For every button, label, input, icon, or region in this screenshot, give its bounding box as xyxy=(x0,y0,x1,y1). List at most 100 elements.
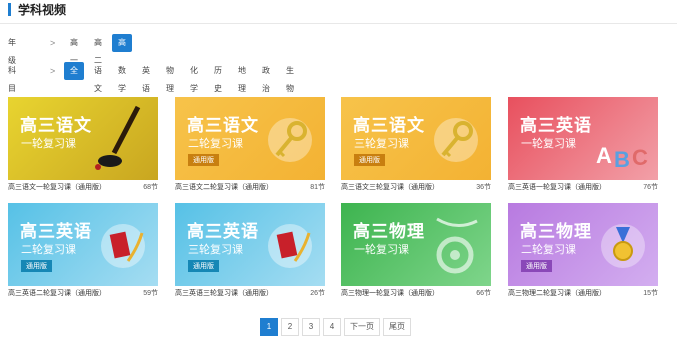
course-title-link[interactable]: 高三语文三轮复习课（通用版） xyxy=(341,183,439,193)
page-button[interactable]: 1 xyxy=(260,318,278,336)
thumbnail-subtitle: 一轮复习课 xyxy=(21,137,76,150)
thumbnail-subtitle: 一轮复习课 xyxy=(521,137,576,150)
grade-option[interactable]: 高一 xyxy=(64,34,84,65)
thumbnail-title: 高三英语 xyxy=(187,222,259,242)
subject-option[interactable]: 政治 xyxy=(256,62,276,93)
course-card[interactable]: 高三英语 三轮复习课通用版高三英语三轮复习课（通用版） 26节 xyxy=(175,203,325,305)
subject-option[interactable]: 生物 xyxy=(280,62,300,93)
course-card[interactable]: A B C 高三英语 一轮复习课 高三英语一轮复习课（通用版） 76节 xyxy=(508,97,658,199)
key-icon xyxy=(431,115,481,170)
chevron-right-icon: > xyxy=(50,38,56,48)
subject-option[interactable]: 化学 xyxy=(184,62,204,93)
thumbnail-badge: 通用版 xyxy=(188,260,219,272)
key-icon xyxy=(265,115,315,170)
thumbnail-badge: 通用版 xyxy=(521,260,552,272)
subject-label: 科目 xyxy=(8,66,16,93)
svg-text:C: C xyxy=(632,145,648,170)
pagination: 1 2 3 4 下一页 尾页 xyxy=(260,318,411,336)
brush-icon xyxy=(90,105,150,180)
course-title-link[interactable]: 高三语文二轮复习课（通用版） xyxy=(175,183,273,193)
lesson-count: 76节 xyxy=(643,184,658,191)
course-caption: 高三英语三轮复习课（通用版） 26节 xyxy=(175,289,325,305)
course-thumbnail[interactable]: 高三语文 一轮复习课 xyxy=(8,97,158,180)
thumbnail-title: 高三英语 xyxy=(520,116,592,136)
lesson-count: 15节 xyxy=(643,290,658,297)
page-button[interactable]: 2 xyxy=(281,318,299,336)
course-card[interactable]: 高三物理 二轮复习课通用版高三物理二轮复习课（通用版） 15节 xyxy=(508,203,658,305)
subject-option[interactable]: 数学 xyxy=(112,62,132,93)
svg-text:A: A xyxy=(596,143,612,168)
thumbnail-title: 高三语文 xyxy=(353,116,425,136)
grade-options: 高一 高二 高三 xyxy=(64,34,132,65)
lesson-count: 66节 xyxy=(476,290,491,297)
section-header: 学科视频 xyxy=(0,0,677,24)
course-title-link[interactable]: 高三语文一轮复习课（通用版） xyxy=(8,183,106,193)
last-page-button[interactable]: 尾页 xyxy=(383,318,411,336)
lesson-count: 68节 xyxy=(143,184,158,191)
svg-text:B: B xyxy=(614,147,630,172)
chevron-right-icon: > xyxy=(50,66,56,76)
book-icon xyxy=(98,221,148,276)
course-card[interactable]: 高三语文 一轮复习课高三语文一轮复习课（通用版） 68节 xyxy=(8,97,158,199)
course-title-link[interactable]: 高三物理一轮复习课（通用版） xyxy=(341,289,439,299)
lesson-count: 81节 xyxy=(310,184,325,191)
section-accent-bar xyxy=(8,3,11,16)
course-thumbnail[interactable]: 高三英语 三轮复习课通用版 xyxy=(175,203,325,286)
next-page-button[interactable]: 下一页 xyxy=(344,318,380,336)
course-title-link[interactable]: 高三英语一轮复习课（通用版） xyxy=(508,183,606,193)
lesson-count: 36节 xyxy=(476,184,491,191)
subject-option[interactable]: 英语 xyxy=(136,62,156,93)
course-thumbnail[interactable]: 高三物理 二轮复习课通用版 xyxy=(508,203,658,286)
subject-option[interactable]: 全部 xyxy=(64,62,84,93)
page-button[interactable]: 4 xyxy=(323,318,341,336)
course-caption: 高三物理二轮复习课（通用版） 15节 xyxy=(508,289,658,305)
course-thumbnail[interactable]: 高三语文 三轮复习课通用版 xyxy=(341,97,491,180)
thumbnail-subtitle: 一轮复习课 xyxy=(354,243,409,256)
course-caption: 高三语文一轮复习课（通用版） 68节 xyxy=(8,183,158,199)
course-card[interactable]: 高三语文 三轮复习课通用版高三语文三轮复习课（通用版） 36节 xyxy=(341,97,491,199)
course-thumbnail[interactable]: 高三语文 二轮复习课通用版 xyxy=(175,97,325,180)
subject-option[interactable]: 历史 xyxy=(208,62,228,93)
course-title-link[interactable]: 高三英语三轮复习课（通用版） xyxy=(175,289,273,299)
course-caption: 高三语文三轮复习课（通用版） 36节 xyxy=(341,183,491,199)
thumbnail-title: 高三英语 xyxy=(20,222,92,242)
thumbnail-badge: 通用版 xyxy=(354,154,385,166)
subject-option[interactable]: 语文 xyxy=(88,62,108,93)
thumbnail-title: 高三物理 xyxy=(520,222,592,242)
thumbnail-subtitle: 三轮复习课 xyxy=(188,243,243,256)
course-thumbnail[interactable]: A B C 高三英语 一轮复习课 xyxy=(508,97,658,180)
course-thumbnail[interactable]: 高三物理 一轮复习课 xyxy=(341,203,491,286)
thumbnail-title: 高三语文 xyxy=(20,116,92,136)
thumbnail-title: 高三物理 xyxy=(353,222,425,242)
course-title-link[interactable]: 高三英语二轮复习课（通用版） xyxy=(8,289,106,299)
gear-icon xyxy=(417,211,487,286)
course-card[interactable]: 高三英语 二轮复习课通用版高三英语二轮复习课（通用版） 59节 xyxy=(8,203,158,305)
thumbnail-badge: 通用版 xyxy=(21,260,52,272)
course-caption: 高三物理一轮复习课（通用版） 66节 xyxy=(341,289,491,305)
grade-option[interactable]: 高二 xyxy=(88,34,108,65)
section-title: 学科视频 xyxy=(18,3,67,17)
thumbnail-subtitle: 二轮复习课 xyxy=(188,137,243,150)
abc-icon: ABC xyxy=(594,133,654,178)
subject-option[interactable]: 物理 xyxy=(160,62,180,93)
grade-option[interactable]: 高三 xyxy=(112,34,132,65)
thumbnail-subtitle: 三轮复习课 xyxy=(354,137,409,150)
course-caption: 高三语文二轮复习课（通用版） 81节 xyxy=(175,183,325,199)
subject-options: 全部 语文 数学 英语 物理 化学 历史 地理 政治 生物 xyxy=(64,62,300,93)
course-card[interactable]: 高三物理 一轮复习课高三物理一轮复习课（通用版） 66节 xyxy=(341,203,491,305)
thumbnail-subtitle: 二轮复习课 xyxy=(21,243,76,256)
lesson-count: 26节 xyxy=(310,290,325,297)
thumbnail-subtitle: 二轮复习课 xyxy=(521,243,576,256)
course-caption: 高三英语二轮复习课（通用版） 59节 xyxy=(8,289,158,305)
course-title-link[interactable]: 高三物理二轮复习课（通用版） xyxy=(508,289,606,299)
thumbnail-badge: 通用版 xyxy=(188,154,219,166)
medal-icon xyxy=(598,221,648,276)
thumbnail-title: 高三语文 xyxy=(187,116,259,136)
course-card[interactable]: 高三语文 二轮复习课通用版高三语文二轮复习课（通用版） 81节 xyxy=(175,97,325,199)
subject-option[interactable]: 地理 xyxy=(232,62,252,93)
course-caption: 高三英语一轮复习课（通用版） 76节 xyxy=(508,183,658,199)
course-thumbnail[interactable]: 高三英语 二轮复习课通用版 xyxy=(8,203,158,286)
page-button[interactable]: 3 xyxy=(302,318,320,336)
book-icon xyxy=(265,221,315,276)
lesson-count: 59节 xyxy=(143,290,158,297)
